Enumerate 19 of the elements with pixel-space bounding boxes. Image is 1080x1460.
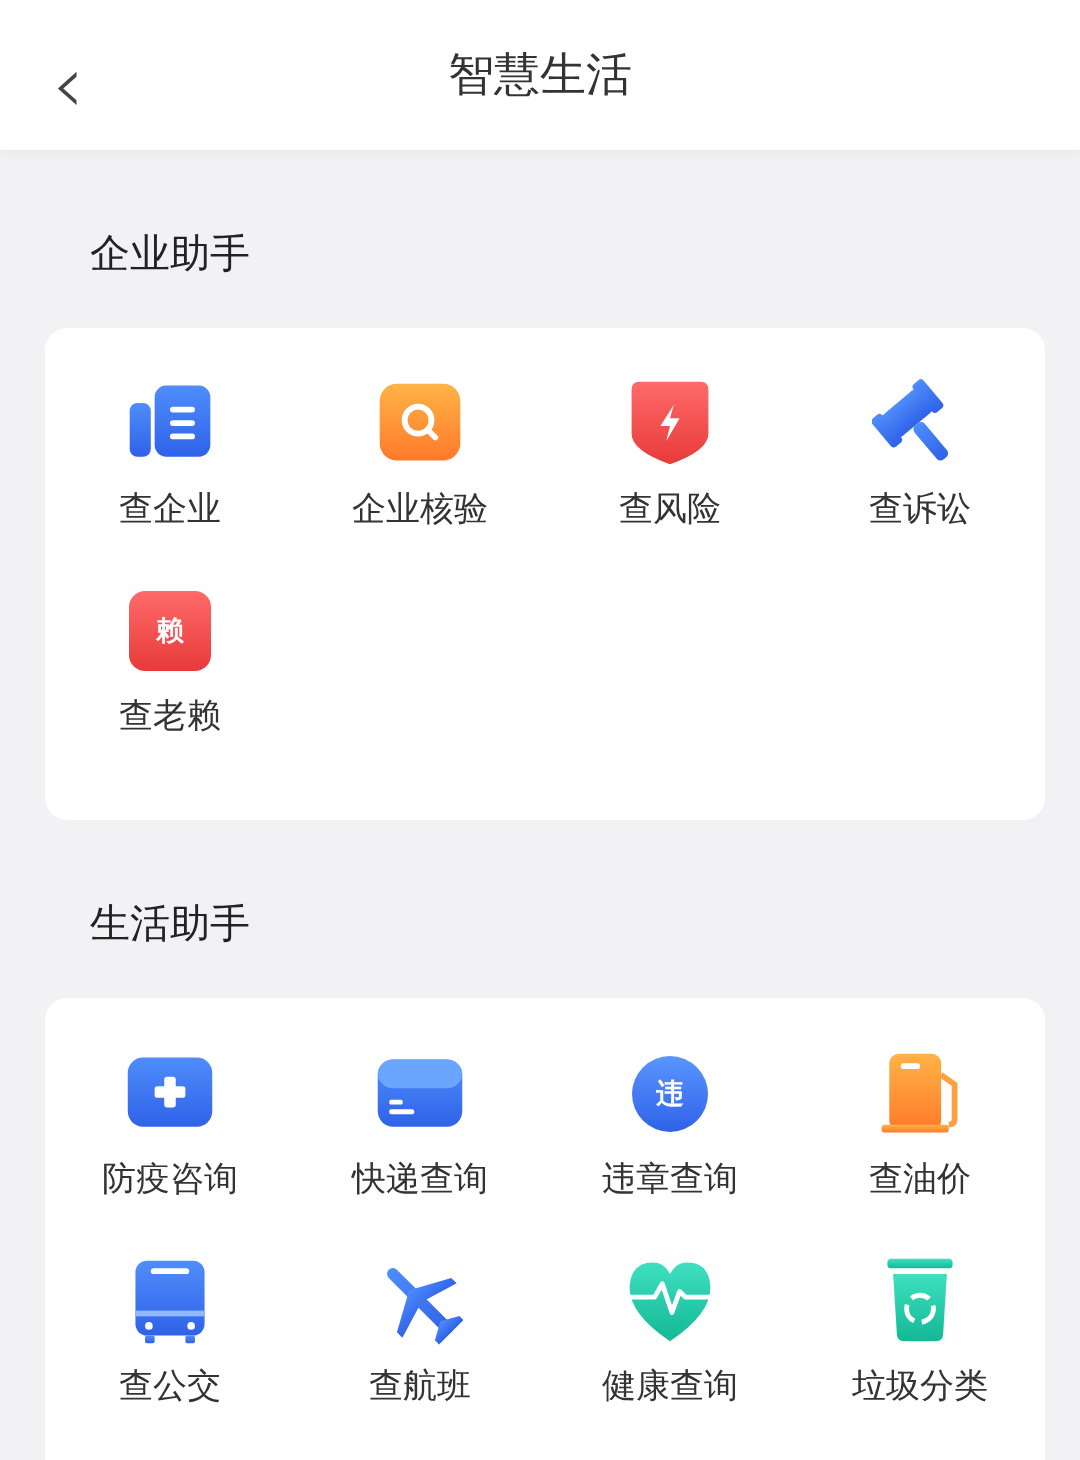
- service-label[interactable]: 查诉讼: [869, 486, 971, 532]
- page-title: 智慧生活: [448, 46, 632, 103]
- service-label[interactable]: 企业核验: [352, 486, 488, 532]
- service-label[interactable]: 防疫咨询: [102, 1156, 238, 1202]
- service-label[interactable]: 查风险: [619, 486, 721, 532]
- service-label[interactable]: 健康查询: [602, 1363, 738, 1409]
- service-label[interactable]: 查公交: [119, 1363, 221, 1409]
- service-label[interactable]: 快递查询: [352, 1156, 488, 1202]
- service-label[interactable]: 查油价: [869, 1156, 971, 1202]
- section-title: 企业助手: [89, 229, 251, 278]
- back-button[interactable]: ‹: [52, 40, 84, 130]
- service-label[interactable]: 违章查询: [602, 1156, 738, 1202]
- character-icon: 违: [632, 1056, 708, 1132]
- section-title: 生活助手: [89, 899, 251, 948]
- service-label[interactable]: 查航班: [369, 1363, 471, 1409]
- character-icon: 赖: [129, 591, 211, 671]
- service-label[interactable]: 查老赖: [119, 693, 221, 739]
- service-label[interactable]: 垃圾分类: [852, 1363, 988, 1409]
- service-label[interactable]: 查企业: [119, 486, 221, 532]
